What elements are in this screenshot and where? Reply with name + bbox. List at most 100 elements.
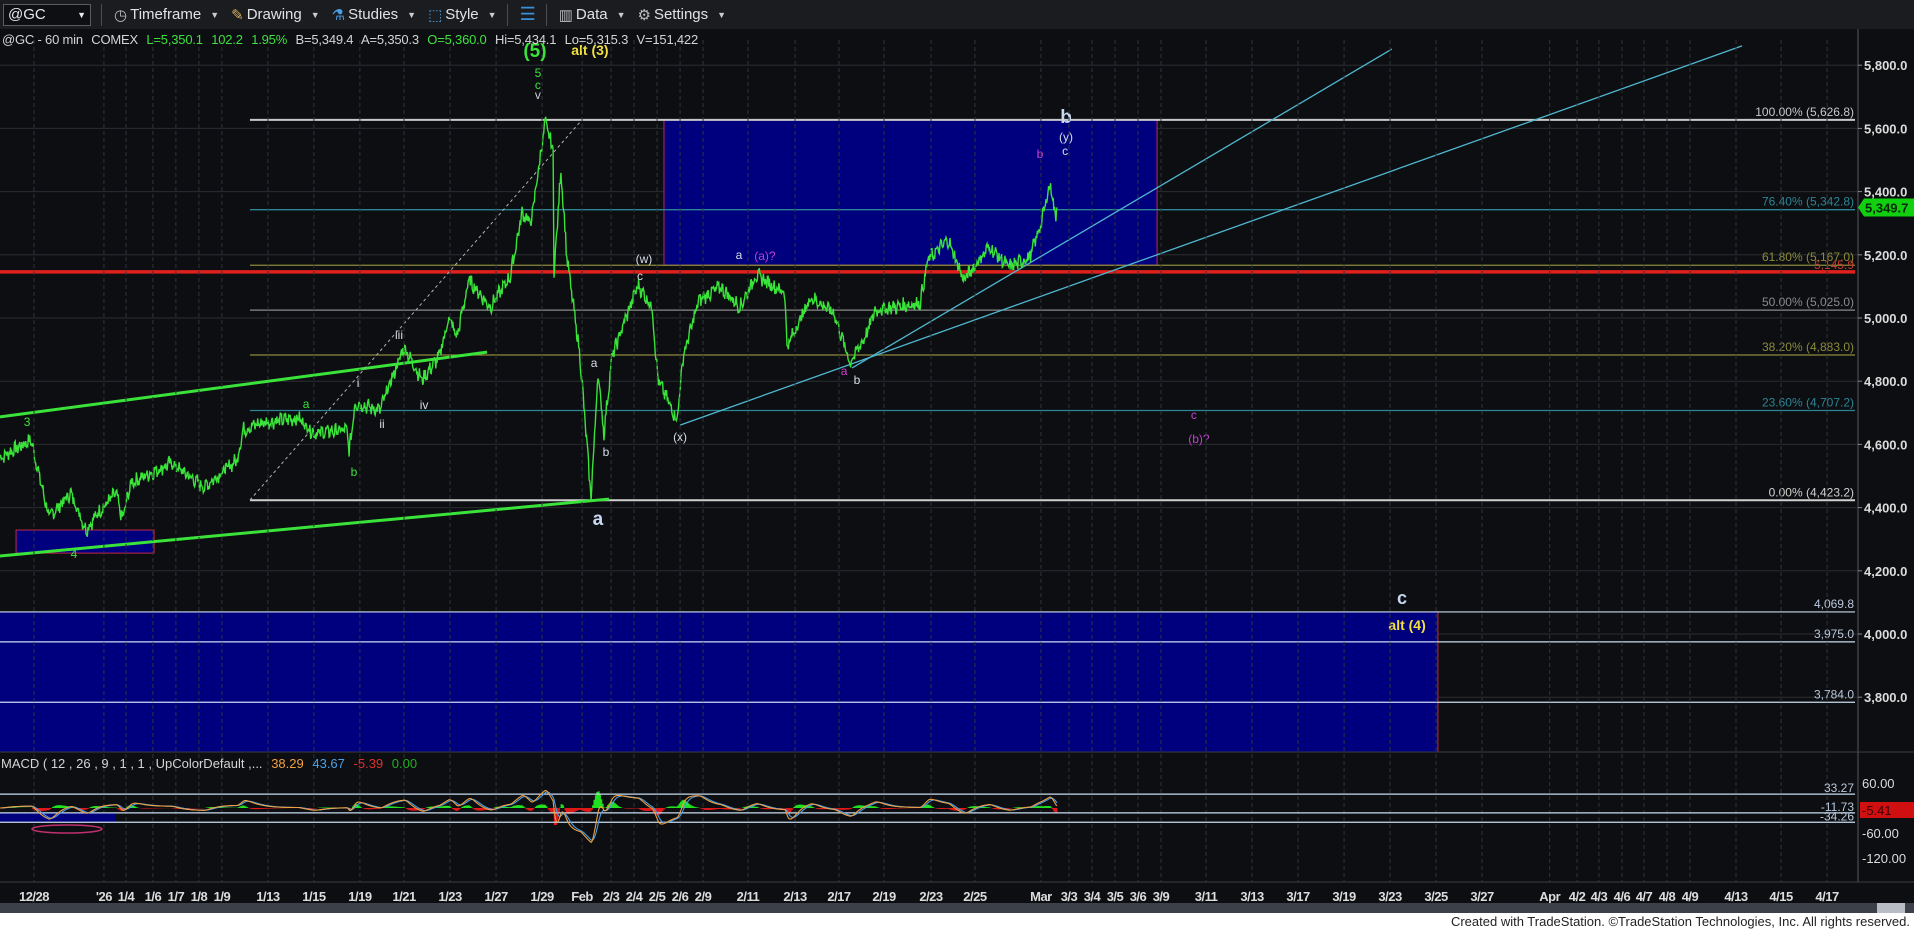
price-tick-label: 4,600.0 — [1864, 437, 1907, 452]
wave-label: (y) — [1059, 130, 1073, 144]
wave-label: iii — [395, 328, 403, 342]
wave-label: c — [637, 269, 643, 283]
date-tick-label: 2/23 — [919, 889, 943, 904]
wave-label: a — [736, 248, 743, 262]
macd-zero-value: 0.00 — [392, 756, 417, 771]
date-tick-label: 3/9 — [1153, 889, 1170, 904]
status-line: @GC - 60 min COMEX L=5,350.1 102.2 1.95%… — [2, 32, 703, 47]
price-tick-label: 5,600.0 — [1864, 121, 1907, 136]
status-exchange: COMEX — [91, 32, 138, 47]
wave-label: b — [854, 373, 861, 387]
status-high: Hi=5,434.1 — [495, 32, 556, 47]
status-ask: A=5,350.3 — [361, 32, 419, 47]
fib-level-label: 76.40% (5,342.8) — [1762, 195, 1854, 209]
macd-current-label: -5.41 — [1862, 803, 1892, 818]
wave-label: b — [351, 465, 358, 479]
date-tick-label: 1/21 — [392, 889, 416, 904]
wave-label: c — [1062, 144, 1068, 158]
status-bid: B=5,349.4 — [295, 32, 353, 47]
status-symbol: @GC - 60 min — [2, 32, 83, 47]
date-tick-label: 2/19 — [872, 889, 896, 904]
macd-title: MACD ( 12 , 26 , 9 , 1 , 1 , UpColorDefa… — [1, 756, 263, 771]
b-wave-target-box — [664, 120, 1157, 265]
fib-level-label: 50.00% (5,025.0) — [1762, 295, 1854, 309]
date-tick-label: 2/25 — [963, 889, 987, 904]
wave-label: i — [357, 376, 360, 390]
target-level-label: 3,975.0 — [1814, 627, 1854, 641]
date-tick-label: 1/27 — [484, 889, 508, 904]
status-low: Lo=5,315.3 — [565, 32, 628, 47]
scrollbar-thumb[interactable] — [1877, 903, 1905, 913]
wave-label: v — [535, 88, 541, 102]
macd-tick-label: -60.00 — [1862, 826, 1899, 841]
date-tick-label: 1/7 — [168, 889, 185, 904]
date-tick-label: 1/19 — [348, 889, 372, 904]
price-chart[interactable]: 100.00% (5,626.8)76.40% (5,342.8)61.80% … — [0, 0, 1914, 913]
date-tick-label: '26 — [96, 889, 112, 904]
wave-label: a — [841, 364, 848, 378]
date-tick-label: 1/4 — [118, 889, 136, 904]
date-tick-label: 3/17 — [1286, 889, 1310, 904]
macd-signal-value: 43.67 — [312, 756, 345, 771]
date-tick-label: Feb — [571, 889, 593, 904]
support-level-label: 5,145.9 — [1814, 258, 1854, 272]
date-tick-label: 3/6 — [1130, 889, 1147, 904]
macd-tick-label: 60.00 — [1862, 776, 1895, 791]
macd-diff-value: -5.39 — [354, 756, 384, 771]
wave-label: (a)? — [754, 249, 776, 263]
date-tick-label: 3/19 — [1332, 889, 1356, 904]
wave-label: a — [591, 356, 598, 370]
wave-label: b — [1037, 147, 1044, 161]
macd-tick-label: -120.00 — [1862, 851, 1906, 866]
price-tick-label: 5,400.0 — [1864, 185, 1907, 200]
price-tick-label: 4,800.0 — [1864, 374, 1907, 389]
price-tick-label: 5,200.0 — [1864, 248, 1907, 263]
date-tick-label: Apr — [1539, 889, 1560, 904]
status-open: O=5,360.0 — [427, 32, 486, 47]
macd-header: MACD ( 12 , 26 , 9 , 1 , 1 , UpColorDefa… — [1, 756, 422, 771]
wave-4-box — [16, 530, 154, 553]
price-tick-label: 5,800.0 — [1864, 58, 1907, 73]
horizontal-scrollbar[interactable] — [0, 903, 1914, 913]
date-tick-label: 3/27 — [1470, 889, 1494, 904]
date-tick-label: 1/9 — [214, 889, 231, 904]
macd-value: 38.29 — [271, 756, 304, 771]
date-tick-label: Mar — [1030, 889, 1052, 904]
date-tick-label: 4/15 — [1769, 889, 1793, 904]
wave-label: a — [593, 509, 604, 530]
target-level-label: 4,069.8 — [1814, 597, 1854, 611]
footer: Created with TradeStation. ©TradeStation… — [0, 913, 1914, 930]
date-tick-label: 4/2 — [1569, 889, 1586, 904]
wave-label: (b)? — [1188, 432, 1210, 446]
wave-label: c — [1191, 408, 1197, 422]
date-tick-label: 1/13 — [256, 889, 280, 904]
last-price-label: 5,349.7 — [1865, 200, 1908, 215]
date-tick-label: 3/11 — [1195, 889, 1218, 904]
macd-level-label: 33.27 — [1824, 781, 1854, 795]
status-volume: V=151,422 — [637, 32, 698, 47]
copyright-text: Created with TradeStation. ©TradeStation… — [1451, 914, 1910, 929]
price-tick-label: 3,800.0 — [1864, 690, 1907, 705]
price-tick-label: 4,400.0 — [1864, 501, 1907, 516]
date-tick-label: 2/4 — [626, 889, 644, 904]
price-tick-label: 5,000.0 — [1864, 311, 1907, 326]
date-tick-label: 3/4 — [1084, 889, 1102, 904]
date-tick-label: 1/29 — [530, 889, 554, 904]
macd-level-label: -34.26 — [1820, 809, 1854, 823]
date-tick-label: 4/8 — [1659, 889, 1676, 904]
status-change-pct: 1.95% — [251, 32, 287, 47]
date-tick-label: 4/3 — [1591, 889, 1608, 904]
date-tick-label: 1/6 — [145, 889, 162, 904]
date-tick-label: 1/8 — [191, 889, 208, 904]
wave-label: iv — [420, 398, 429, 412]
date-tick-label: 2/13 — [783, 889, 807, 904]
date-tick-label: 4/17 — [1815, 889, 1839, 904]
status-change: 102.2 — [211, 32, 243, 47]
date-tick-label: 2/3 — [603, 889, 620, 904]
date-tick-label: 12/28 — [19, 889, 49, 904]
date-tick-label: 2/11 — [737, 889, 760, 904]
wave-label: 4 — [71, 547, 78, 561]
date-tick-label: 3/13 — [1240, 889, 1264, 904]
date-tick-label: 3/23 — [1378, 889, 1402, 904]
c-wave-target-box — [0, 612, 1438, 764]
